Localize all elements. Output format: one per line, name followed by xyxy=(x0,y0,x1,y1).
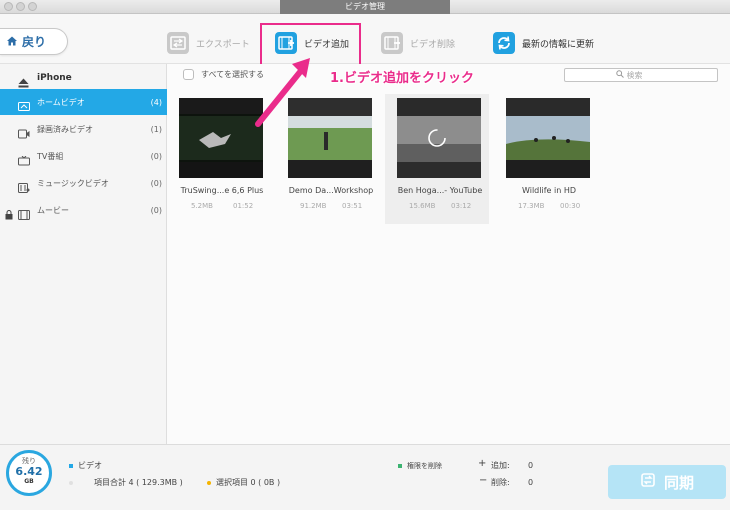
export-button[interactable]: エクスポート xyxy=(167,31,250,55)
recorded-video-icon xyxy=(18,124,30,139)
annotation-label: 1.ビデオ追加をクリック xyxy=(330,71,474,86)
video-duration: 03:12 xyxy=(451,202,472,210)
refresh-button[interactable]: 最新の情報に更新 xyxy=(493,31,594,55)
remove-count-value: 0 xyxy=(528,478,534,487)
category-label: ビデオ xyxy=(78,461,102,470)
refresh-label: 最新の情報に更新 xyxy=(522,39,595,50)
sidebar-item-count: (4) xyxy=(150,97,162,107)
sync-icon xyxy=(640,472,656,492)
video-item[interactable]: Wildlife in HD 17.3MB 00:30 xyxy=(494,94,594,224)
video-item[interactable]: Ben Hoga...- YouTube 15.6MB 03:12 xyxy=(385,94,489,224)
video-duration: 01:52 xyxy=(233,202,254,210)
lock-icon xyxy=(5,205,13,224)
video-item[interactable]: TruSwing...e 6,6 Plus 5.2MB 01:52 xyxy=(167,94,267,224)
sidebar-item-count: (0) xyxy=(150,205,162,215)
sidebar-item-label: 録画済みビデオ xyxy=(37,124,93,134)
back-button[interactable]: 戻り xyxy=(0,28,68,55)
sidebar-item-home-video[interactable]: ホームビデオ (4) xyxy=(0,89,167,115)
loading-spinner-icon xyxy=(427,128,447,152)
movie-icon xyxy=(18,205,30,220)
sidebar-item-label: ムービー xyxy=(37,205,69,215)
sidebar-item-music-video[interactable]: ミュージックビデオ (0) xyxy=(0,170,167,196)
add-count-value: 0 xyxy=(528,461,534,470)
select-all-label: すべてを選択する xyxy=(201,70,264,79)
sidebar-item-tv[interactable]: TV番組 (0) xyxy=(0,143,167,169)
remove-count-icon: − xyxy=(479,475,488,486)
home-video-icon xyxy=(18,97,30,111)
video-thumbnail[interactable] xyxy=(288,98,372,178)
total-items: 項目合計 4 ( 129.3MB ) xyxy=(94,478,183,487)
selected-items: 選択項目 0 ( 0B ) xyxy=(216,478,281,487)
video-name: Demo Da...Workshop xyxy=(288,186,374,195)
search-input[interactable] xyxy=(626,70,667,80)
video-size: 91.2MB xyxy=(300,202,327,210)
export-icon xyxy=(167,32,189,54)
select-all-checkbox[interactable] xyxy=(183,69,194,80)
sync-label: 同期 xyxy=(663,473,694,492)
window-title: ビデオ管理 xyxy=(280,0,450,14)
sidebar-item-label: TV番組 xyxy=(37,151,64,161)
search-icon xyxy=(615,70,624,80)
delete-video-label: ビデオ削除 xyxy=(410,39,456,50)
sidebar-item-count: (0) xyxy=(150,178,162,188)
device-name: iPhone xyxy=(37,73,72,83)
storage-value: 6.42 xyxy=(15,465,43,478)
video-duration: 00:30 xyxy=(560,202,581,210)
storage-unit: GB xyxy=(24,478,34,485)
video-size: 17.3MB xyxy=(518,202,545,210)
back-button-label: 戻り xyxy=(22,35,47,49)
video-item[interactable]: Demo Da...Workshop 91.2MB 03:51 xyxy=(276,94,376,224)
refresh-icon xyxy=(493,32,515,54)
add-count-label: 追加: xyxy=(491,461,510,470)
add-count-icon: + xyxy=(478,458,487,469)
home-icon xyxy=(6,32,18,51)
total-dot xyxy=(69,481,73,485)
storage-indicator: 残り 6.42 GB xyxy=(6,450,52,496)
sidebar-item-label: ホームビデオ xyxy=(37,97,85,107)
delete-video-button[interactable]: ビデオ削除 xyxy=(381,31,455,55)
music-video-icon xyxy=(18,178,30,193)
close-window-button[interactable] xyxy=(4,2,13,11)
export-label: エクスポート xyxy=(196,39,250,50)
select-all[interactable]: すべてを選択する xyxy=(183,69,264,80)
selected-dot xyxy=(207,481,211,485)
delete-legend-label: 権限を削除 xyxy=(407,462,442,470)
zoom-window-button[interactable] xyxy=(28,2,37,11)
toolbar: 戻り エクスポート ビデオ追加 ビデオ削除 最新の情報に更新 xyxy=(0,14,730,64)
video-size: 15.6MB xyxy=(409,202,436,210)
search-box[interactable] xyxy=(564,68,718,82)
video-name: TruSwing...e 6,6 Plus xyxy=(180,186,264,195)
title-bar: ビデオ管理 xyxy=(0,0,730,14)
video-thumbnail[interactable] xyxy=(506,98,590,178)
sidebar-item-recorded-video[interactable]: 録画済みビデオ (1) xyxy=(0,116,167,142)
sidebar-item-label: ミュージックビデオ xyxy=(37,178,109,188)
video-size: 5.2MB xyxy=(191,202,213,210)
video-name: Wildlife in HD xyxy=(522,186,576,195)
video-content-area: すべてを選択する TruSwing...e 6,6 Plus 5.2MB 01:… xyxy=(167,64,730,444)
minimize-window-button[interactable] xyxy=(16,2,25,11)
sidebar: iPhone ホームビデオ (4) 録画済みビデオ (1) TV番組 (0) ミ… xyxy=(0,64,167,444)
delete-video-icon xyxy=(381,32,403,54)
remove-count-label: 削除: xyxy=(491,478,510,487)
status-bar: 残り 6.42 GB ビデオ 項目合計 4 ( 129.3MB ) 選択項目 0… xyxy=(0,444,730,510)
delete-legend-dot xyxy=(398,464,402,468)
video-thumbnail[interactable] xyxy=(179,98,263,178)
video-name: Ben Hoga...- YouTube xyxy=(397,186,483,195)
video-duration: 03:51 xyxy=(342,202,363,210)
tv-icon xyxy=(18,151,30,166)
sync-button[interactable]: 同期 xyxy=(608,465,726,499)
sidebar-item-count: (0) xyxy=(150,151,162,161)
video-legend-dot xyxy=(69,464,73,468)
annotation-highlight-box xyxy=(260,23,361,66)
sidebar-item-count: (1) xyxy=(150,124,162,134)
sidebar-device[interactable]: iPhone xyxy=(0,68,167,88)
sidebar-item-movie[interactable]: ムービー (0) xyxy=(0,197,167,223)
